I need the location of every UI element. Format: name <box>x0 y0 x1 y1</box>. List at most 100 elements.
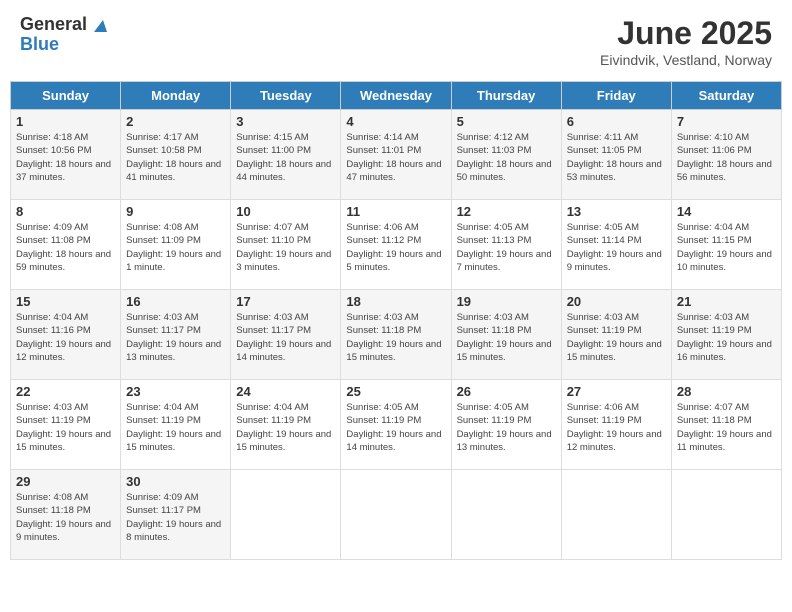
day-number: 18 <box>346 294 445 309</box>
day-info: Sunrise: 4:05 AMSunset: 11:14 PMDaylight… <box>567 221 666 274</box>
calendar-cell: 13 Sunrise: 4:05 AMSunset: 11:14 PMDaylig… <box>561 200 671 290</box>
week-row-3: 15 Sunrise: 4:04 AMSunset: 11:16 PMDaylig… <box>11 290 782 380</box>
calendar-title: June 2025 <box>600 15 772 52</box>
day-number: 23 <box>126 384 225 399</box>
day-number: 21 <box>677 294 776 309</box>
calendar-cell: 20Sunrise: 4:03 AMSunset: 11:19 PMDaylig… <box>561 290 671 380</box>
calendar-cell: 16 Sunrise: 4:03 AMSunset: 11:17 PMDaylig… <box>121 290 231 380</box>
day-info: Sunrise: 4:03 AMSunset: 11:19 PMDaylight… <box>16 401 115 454</box>
day-info: Sunrise: 4:03 AMSunset: 11:18 PMDaylight… <box>346 311 445 364</box>
calendar-cell: 3Sunrise: 4:15 AMSunset: 11:00 PMDayligh… <box>231 110 341 200</box>
day-number: 1 <box>16 114 115 129</box>
logo-icon <box>89 18 107 34</box>
header-thursday: Thursday <box>451 82 561 110</box>
day-info: Sunrise: 4:09 AMSunset: 11:08 PMDaylight… <box>16 221 115 274</box>
day-info: Sunrise: 4:09 AMSunset: 11:17 PMDaylight… <box>126 491 225 544</box>
calendar-cell: 26 Sunrise: 4:05 AMSunset: 11:19 PMDaylig… <box>451 380 561 470</box>
day-info: Sunrise: 4:11 AMSunset: 11:05 PMDaylight… <box>567 131 666 184</box>
day-number: 6 <box>567 114 666 129</box>
calendar-cell: 30Sunrise: 4:09 AMSunset: 11:17 PMDaylig… <box>121 470 231 560</box>
header-saturday: Saturday <box>671 82 781 110</box>
day-number: 25 <box>346 384 445 399</box>
day-info: Sunrise: 4:04 AMSunset: 11:19 PMDaylight… <box>236 401 335 454</box>
day-info: Sunrise: 4:04 AMSunset: 11:15 PMDaylight… <box>677 221 776 274</box>
day-number: 28 <box>677 384 776 399</box>
header-row: SundayMondayTuesdayWednesdayThursdayFrid… <box>11 82 782 110</box>
week-row-5: 29 Sunrise: 4:08 AMSunset: 11:18 PMDaylig… <box>11 470 782 560</box>
day-info: Sunrise: 4:14 AMSunset: 11:01 PMDaylight… <box>346 131 445 184</box>
day-number: 13 <box>567 204 666 219</box>
calendar-cell: 22 Sunrise: 4:03 AMSunset: 11:19 PMDaylig… <box>11 380 121 470</box>
day-info: Sunrise: 4:03 AMSunset: 11:17 PMDaylight… <box>126 311 225 364</box>
day-info: Sunrise: 4:04 AMSunset: 11:19 PMDaylight… <box>126 401 225 454</box>
day-info: Sunrise: 4:07 AMSunset: 11:10 PMDaylight… <box>236 221 335 274</box>
day-info: Sunrise: 4:03 AMSunset: 11:19 PMDaylight… <box>567 311 666 364</box>
calendar-cell: 24Sunrise: 4:04 AMSunset: 11:19 PMDaylig… <box>231 380 341 470</box>
day-number: 15 <box>16 294 115 309</box>
day-number: 10 <box>236 204 335 219</box>
title-section: June 2025 Eivindvik, Vestland, Norway <box>600 15 772 68</box>
calendar-cell: 6 Sunrise: 4:11 AMSunset: 11:05 PMDayligh… <box>561 110 671 200</box>
calendar-cell <box>671 470 781 560</box>
calendar-cell: 7 Sunrise: 4:10 AMSunset: 11:06 PMDayligh… <box>671 110 781 200</box>
day-number: 26 <box>457 384 556 399</box>
day-info: Sunrise: 4:05 AMSunset: 11:19 PMDaylight… <box>346 401 445 454</box>
day-info: Sunrise: 4:05 AMSunset: 11:19 PMDaylight… <box>457 401 556 454</box>
calendar-cell: 17 Sunrise: 4:03 AMSunset: 11:17 PMDaylig… <box>231 290 341 380</box>
day-info: Sunrise: 4:12 AMSunset: 11:03 PMDaylight… <box>457 131 556 184</box>
calendar-cell <box>561 470 671 560</box>
week-row-4: 22 Sunrise: 4:03 AMSunset: 11:19 PMDaylig… <box>11 380 782 470</box>
logo-blue-text: Blue <box>20 35 59 55</box>
day-number: 22 <box>16 384 115 399</box>
day-number: 8 <box>16 204 115 219</box>
day-number: 5 <box>457 114 556 129</box>
calendar-cell: 19Sunrise: 4:03 AMSunset: 11:18 PMDaylig… <box>451 290 561 380</box>
day-number: 29 <box>16 474 115 489</box>
header-wednesday: Wednesday <box>341 82 451 110</box>
day-info: Sunrise: 4:10 AMSunset: 11:06 PMDaylight… <box>677 131 776 184</box>
calendar-cell: 12Sunrise: 4:05 AMSunset: 11:13 PMDaylig… <box>451 200 561 290</box>
calendar-cell: 4Sunrise: 4:14 AMSunset: 11:01 PMDayligh… <box>341 110 451 200</box>
day-number: 2 <box>126 114 225 129</box>
day-info: Sunrise: 4:07 AMSunset: 11:18 PMDaylight… <box>677 401 776 454</box>
day-number: 19 <box>457 294 556 309</box>
day-number: 11 <box>346 204 445 219</box>
day-info: Sunrise: 4:08 AMSunset: 11:09 PMDaylight… <box>126 221 225 274</box>
calendar-table: SundayMondayTuesdayWednesdayThursdayFrid… <box>10 81 782 560</box>
calendar-cell <box>231 470 341 560</box>
day-number: 3 <box>236 114 335 129</box>
day-number: 7 <box>677 114 776 129</box>
calendar-cell <box>341 470 451 560</box>
header-monday: Monday <box>121 82 231 110</box>
calendar-cell: 21Sunrise: 4:03 AMSunset: 11:19 PMDaylig… <box>671 290 781 380</box>
day-number: 16 <box>126 294 225 309</box>
calendar-cell: 15 Sunrise: 4:04 AMSunset: 11:16 PMDaylig… <box>11 290 121 380</box>
day-info: Sunrise: 4:05 AMSunset: 11:13 PMDaylight… <box>457 221 556 274</box>
calendar-cell: 5 Sunrise: 4:12 AMSunset: 11:03 PMDayligh… <box>451 110 561 200</box>
calendar-cell: 25 Sunrise: 4:05 AMSunset: 11:19 PMDaylig… <box>341 380 451 470</box>
page-header: General Blue June 2025 Eivindvik, Vestla… <box>10 10 782 73</box>
header-friday: Friday <box>561 82 671 110</box>
calendar-cell: 9 Sunrise: 4:08 AMSunset: 11:09 PMDayligh… <box>121 200 231 290</box>
calendar-cell: 29 Sunrise: 4:08 AMSunset: 11:18 PMDaylig… <box>11 470 121 560</box>
calendar-cell: 23 Sunrise: 4:04 AMSunset: 11:19 PMDaylig… <box>121 380 231 470</box>
day-info: Sunrise: 4:03 AMSunset: 11:17 PMDaylight… <box>236 311 335 364</box>
calendar-cell: 14 Sunrise: 4:04 AMSunset: 11:15 PMDaylig… <box>671 200 781 290</box>
calendar-cell <box>451 470 561 560</box>
logo: General Blue <box>20 15 107 55</box>
day-info: Sunrise: 4:08 AMSunset: 11:18 PMDaylight… <box>16 491 115 544</box>
calendar-cell: 27Sunrise: 4:06 AMSunset: 11:19 PMDaylig… <box>561 380 671 470</box>
calendar-cell: 8 Sunrise: 4:09 AMSunset: 11:08 PMDayligh… <box>11 200 121 290</box>
day-number: 14 <box>677 204 776 219</box>
header-sunday: Sunday <box>11 82 121 110</box>
calendar-cell: 18 Sunrise: 4:03 AMSunset: 11:18 PMDaylig… <box>341 290 451 380</box>
calendar-cell: 2Sunrise: 4:17 AMSunset: 10:58 PMDayligh… <box>121 110 231 200</box>
calendar-cell: 28 Sunrise: 4:07 AMSunset: 11:18 PMDaylig… <box>671 380 781 470</box>
day-number: 17 <box>236 294 335 309</box>
calendar-cell: 11Sunrise: 4:06 AMSunset: 11:12 PMDaylig… <box>341 200 451 290</box>
day-number: 9 <box>126 204 225 219</box>
logo-general-text: General <box>20 15 87 35</box>
header-tuesday: Tuesday <box>231 82 341 110</box>
day-info: Sunrise: 4:04 AMSunset: 11:16 PMDaylight… <box>16 311 115 364</box>
day-number: 27 <box>567 384 666 399</box>
